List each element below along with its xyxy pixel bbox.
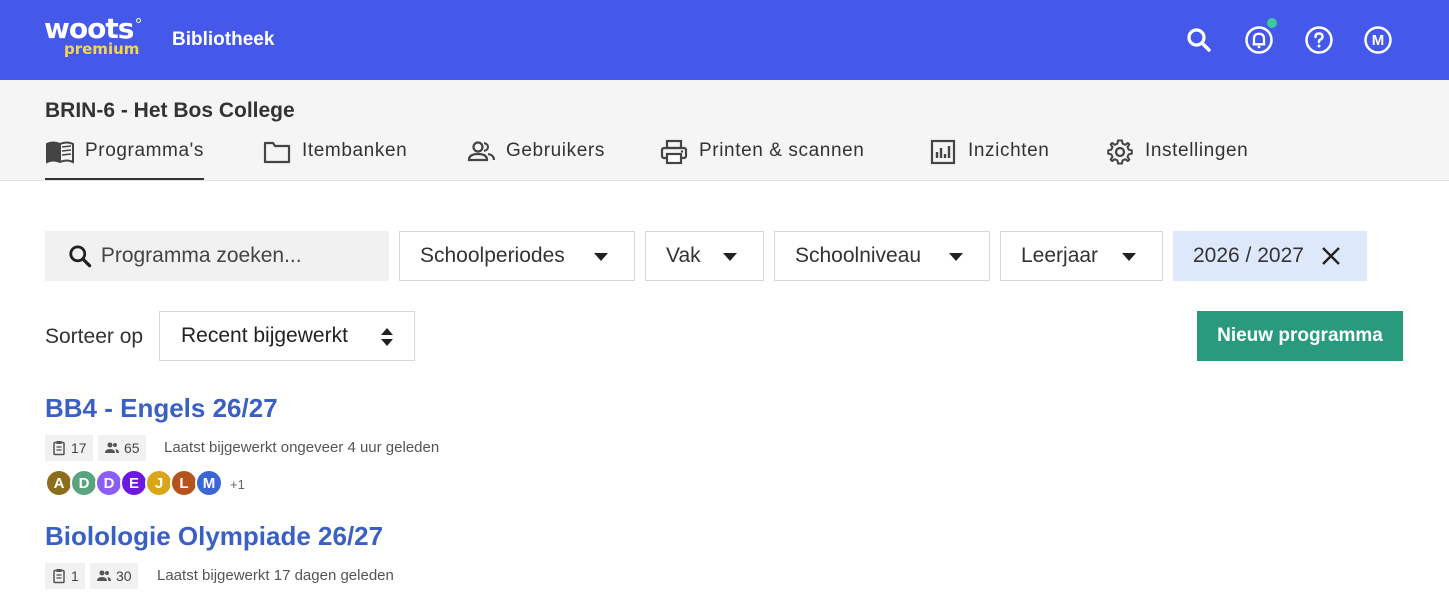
tab-label: Programma's <box>85 140 204 161</box>
program-title[interactable]: Biolologie Olympiade 26/27 <box>45 521 383 552</box>
tab-label: Gebruikers <box>506 140 605 161</box>
tab-inzichten[interactable]: Inzichten <box>928 139 1050 180</box>
open-book-icon <box>46 141 74 164</box>
tab-programmas[interactable]: Programma's <box>45 140 204 180</box>
notification-bell-icon[interactable] <box>1243 24 1275 56</box>
help-icon[interactable] <box>1303 24 1335 56</box>
user-initial: M <box>1371 31 1385 49</box>
tab-label: Instellingen <box>1145 140 1249 161</box>
more-members-count: +1 <box>230 477 245 492</box>
bar-chart-icon <box>930 139 956 165</box>
notification-dot <box>1267 18 1277 28</box>
user-avatar-icon[interactable]: M <box>1362 24 1394 56</box>
search-icon[interactable] <box>1183 24 1215 56</box>
users-count: 65 <box>124 440 140 456</box>
items-count-chip: 17 <box>45 435 93 461</box>
filter-label: Leerjaar <box>1021 244 1099 267</box>
clipboard-icon <box>53 569 65 584</box>
top-bar: woots premium Bibliotheek M <box>0 0 1449 80</box>
filter-label: Schoolniveau <box>795 244 922 267</box>
avatar[interactable]: J <box>145 469 173 497</box>
logo-premium-text: premium <box>64 40 140 58</box>
caret-down-icon <box>723 253 737 261</box>
items-count-chip: 1 <box>45 563 85 589</box>
avatar[interactable]: E <box>120 469 148 497</box>
registered-mark <box>136 18 141 23</box>
filter-label: Schoolperiodes <box>420 244 565 267</box>
app-title[interactable]: Bibliotheek <box>172 29 274 51</box>
search-input[interactable] <box>100 244 389 268</box>
users-count-chip: 65 <box>98 435 146 461</box>
new-program-button[interactable]: Nieuw programma <box>1197 311 1403 361</box>
tab-label: Printen & scannen <box>699 140 865 161</box>
avatar[interactable]: D <box>95 469 123 497</box>
sub-header: BRIN-6 - Het Bos College Programma's Ite… <box>0 80 1449 181</box>
search-icon <box>69 245 92 268</box>
active-year-filter[interactable]: 2026 / 2027 <box>1173 231 1367 281</box>
caret-down-icon <box>949 253 963 261</box>
clipboard-icon <box>53 441 65 456</box>
folder-icon <box>263 141 291 164</box>
tab-printen-scannen[interactable]: Printen & scannen <box>659 139 865 180</box>
year-label: 2026 / 2027 <box>1193 244 1304 267</box>
woots-logo[interactable]: woots premium <box>44 14 144 62</box>
close-icon[interactable] <box>1319 244 1343 268</box>
avatar[interactable]: A <box>45 469 73 497</box>
last-updated: Laatst bijgewerkt 17 dagen geleden <box>157 567 394 584</box>
gear-icon <box>1107 139 1133 165</box>
users-icon <box>97 570 111 581</box>
sort-select[interactable]: Recent bijgewerkt <box>159 311 415 361</box>
school-name: BRIN-6 - Het Bos College <box>45 99 295 122</box>
users-icon <box>105 442 119 453</box>
users-count: 30 <box>116 568 132 584</box>
filter-schoolperiodes[interactable]: Schoolperiodes <box>399 231 635 281</box>
caret-down-icon <box>1122 253 1136 261</box>
tab-label: Itembanken <box>302 140 408 161</box>
filter-leerjaar[interactable]: Leerjaar <box>1000 231 1163 281</box>
filter-label: Vak <box>666 244 701 267</box>
sort-updown-icon <box>381 328 393 346</box>
program-title[interactable]: BB4 - Engels 26/27 <box>45 393 278 424</box>
tab-label: Inzichten <box>968 140 1050 161</box>
program-search[interactable] <box>45 231 389 281</box>
items-count: 17 <box>71 440 87 456</box>
printer-icon <box>660 139 688 165</box>
tab-instellingen[interactable]: Instellingen <box>1105 139 1249 180</box>
users-icon <box>467 141 495 162</box>
tab-gebruikers[interactable]: Gebruikers <box>466 140 605 180</box>
last-updated: Laatst bijgewerkt ongeveer 4 uur geleden <box>164 439 440 456</box>
avatar[interactable]: M <box>195 469 223 497</box>
filter-schoolniveau[interactable]: Schoolniveau <box>774 231 990 281</box>
sort-label: Sorteer op <box>45 325 144 348</box>
tab-itembanken[interactable]: Itembanken <box>262 140 407 180</box>
avatar[interactable]: D <box>70 469 98 497</box>
items-count: 1 <box>71 568 79 584</box>
filter-vak[interactable]: Vak <box>645 231 764 281</box>
sort-value: Recent bijgewerkt <box>181 324 348 347</box>
caret-down-icon <box>594 253 608 261</box>
users-count-chip: 30 <box>90 563 138 589</box>
avatar[interactable]: L <box>170 469 198 497</box>
